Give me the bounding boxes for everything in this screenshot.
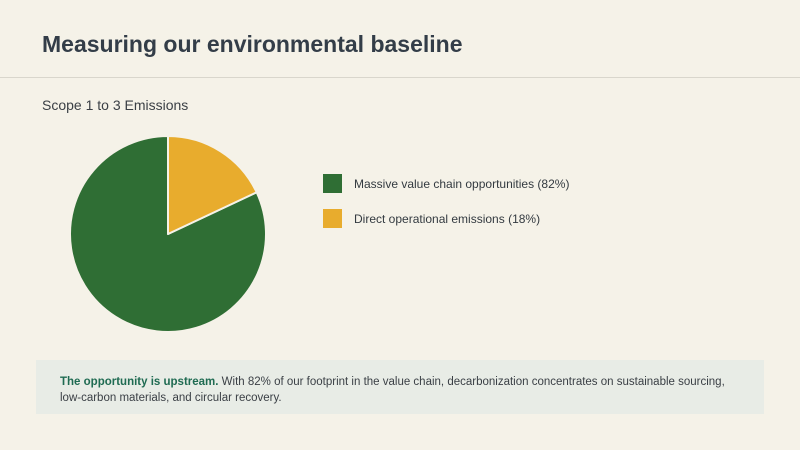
legend-label-value-chain: Massive value chain opportunities (82%) <box>354 176 570 191</box>
callout-heading: The opportunity is upstream. <box>60 376 219 388</box>
slide: Measuring our environmental baseline Sco… <box>0 0 800 450</box>
legend-swatch-value-chain <box>323 174 342 193</box>
title-divider <box>0 77 800 78</box>
page-title: Measuring our environmental baseline <box>42 31 463 57</box>
legend-label-direct-operational: Direct operational emissions (18%) <box>354 211 541 226</box>
pie-chart <box>69 135 267 333</box>
legend-item-value-chain: Massive value chain opportunities (82%) <box>323 174 569 193</box>
chart-title: Scope 1 to 3 Emissions <box>42 97 189 113</box>
legend-item-direct-operational: Direct operational emissions (18%) <box>323 209 569 228</box>
legend-swatch-direct-operational <box>323 209 342 228</box>
chart-legend: Massive value chain opportunities (82%) … <box>323 174 569 244</box>
insight-callout: The opportunity is upstream. With 82% of… <box>36 360 764 414</box>
